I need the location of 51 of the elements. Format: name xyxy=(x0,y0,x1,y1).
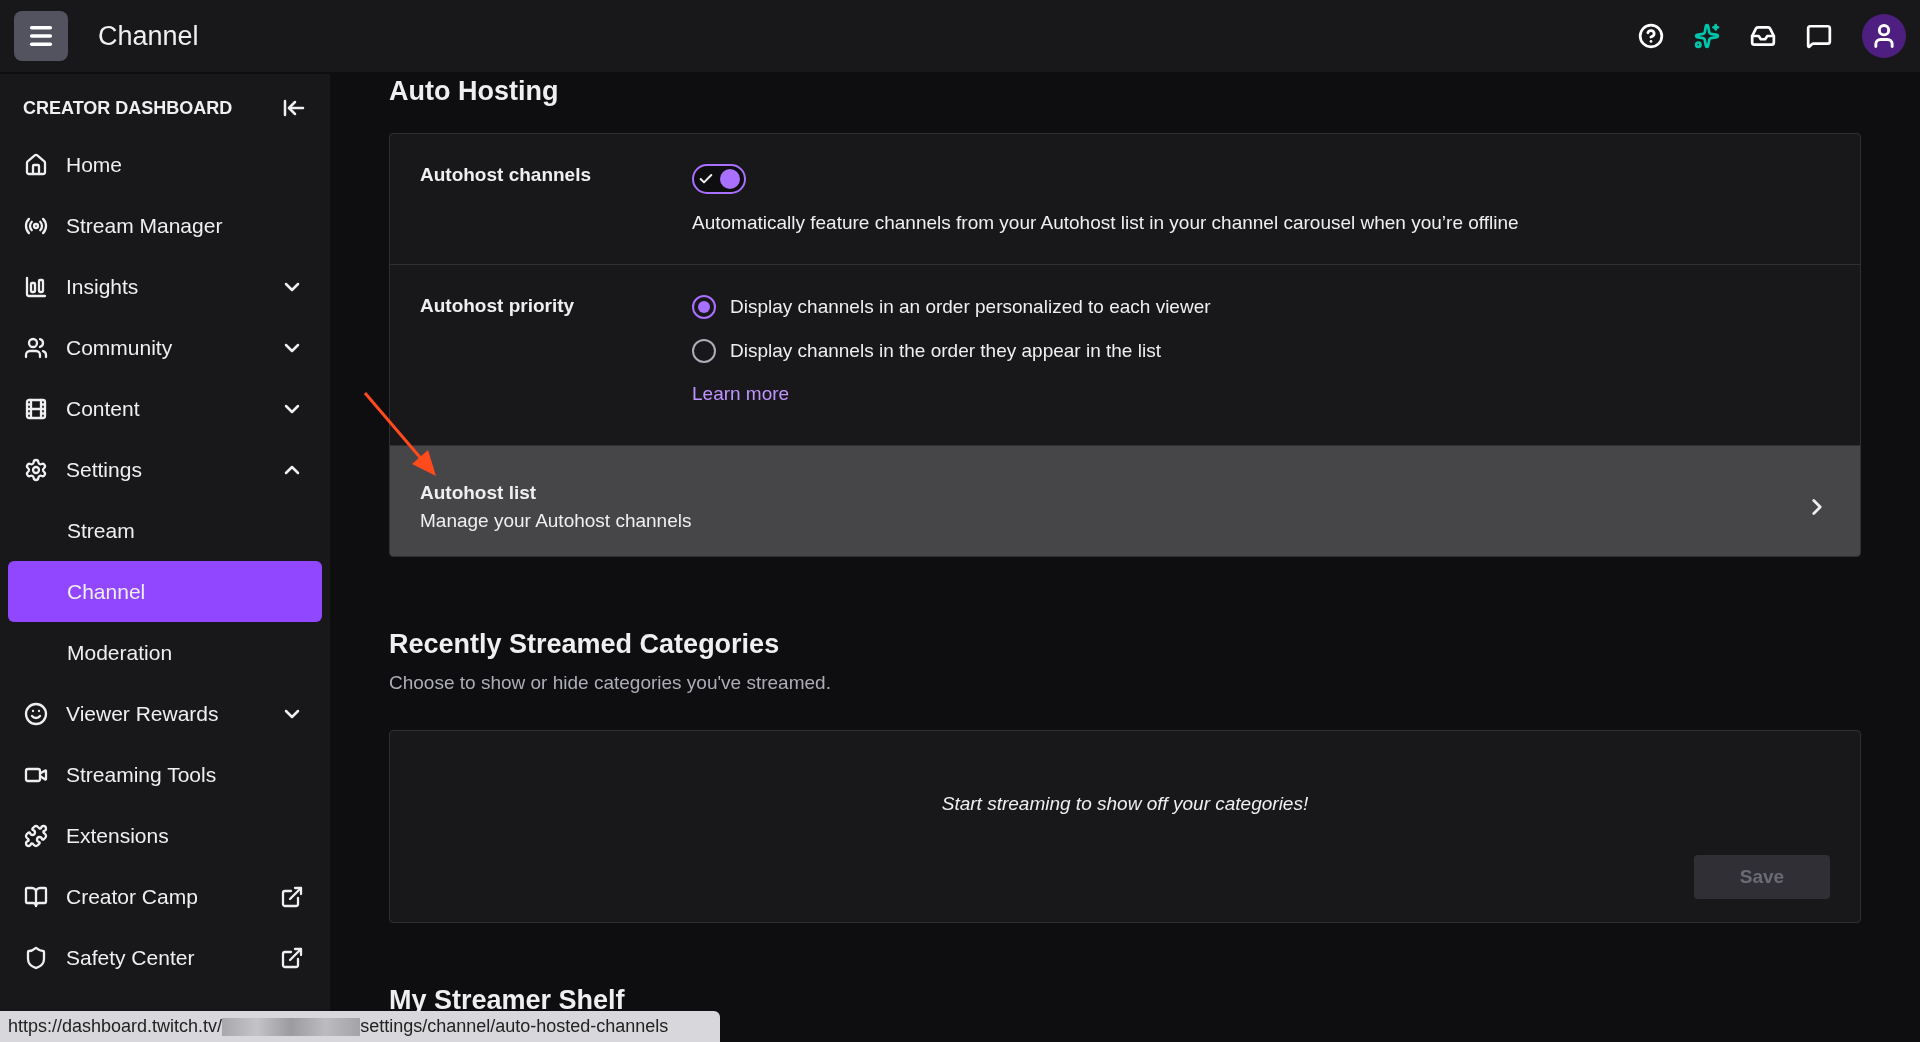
shield-icon xyxy=(24,945,48,970)
help-icon[interactable] xyxy=(1638,23,1664,49)
sidebar-item[interactable]: Settings xyxy=(8,439,322,500)
smiley-icon xyxy=(24,701,48,726)
url-text: settings/channel/auto-hosted-channels xyxy=(360,1016,669,1037)
sidebar-item[interactable]: Insights xyxy=(8,256,322,317)
setting-label: Autohost priority xyxy=(420,295,576,318)
sidebar-subitem[interactable]: Moderation xyxy=(8,622,322,683)
autohost-list-row[interactable]: Autohost list Manage your Autohost channels xyxy=(390,445,1860,557)
toggle-switch[interactable] xyxy=(692,164,746,194)
sidebar-item[interactable]: Content xyxy=(8,378,322,439)
sidebar-item[interactable]: Extensions xyxy=(8,805,322,866)
radio-button[interactable] xyxy=(692,295,716,319)
people-icon xyxy=(24,335,48,360)
home-icon xyxy=(24,152,48,177)
learn-more-link[interactable]: Learn more xyxy=(692,383,790,405)
settings-icon xyxy=(24,457,48,482)
url-text: https://dashboard.twitch.tv/ xyxy=(8,1016,223,1037)
sidebar-item[interactable]: Creator Camp xyxy=(8,866,322,927)
sidebar-subitem[interactable]: Channel xyxy=(8,561,322,622)
empty-message: Start streaming to show off your categories! xyxy=(941,793,1309,816)
sidebar-item[interactable]: Safety Center xyxy=(8,927,322,988)
setting-description: Manage your Autohost channels xyxy=(420,510,693,532)
radio-label[interactable]: Display channels in the order they appear in the list xyxy=(730,340,1161,362)
section-title: Auto Hosting xyxy=(389,76,560,107)
section-subtitle: Choose to show or hide categories you've streamed. xyxy=(389,672,832,695)
radio-button[interactable] xyxy=(692,339,716,363)
radio-label[interactable]: Display channels in an order personalized to each viewer xyxy=(730,296,1211,318)
bar-chart-icon xyxy=(24,274,48,299)
sidebar-item[interactable]: Community xyxy=(8,317,322,378)
inbox-icon[interactable] xyxy=(1750,23,1776,49)
sidebar-item[interactable]: Viewer Rewards xyxy=(8,683,322,744)
section-title: Recently Streamed Categories xyxy=(389,629,781,661)
setting-label: Autohost channels xyxy=(420,164,592,187)
sidebar-item[interactable]: Home xyxy=(8,134,322,195)
external-link-icon xyxy=(280,945,304,970)
setting-label: Autohost list xyxy=(420,482,538,504)
film-icon xyxy=(24,396,48,421)
external-link-icon xyxy=(280,884,304,909)
menu-button[interactable] xyxy=(14,11,68,61)
sidebar-heading: CREATOR DASHBOARD xyxy=(23,97,233,119)
chat-icon[interactable] xyxy=(1806,23,1832,49)
book-icon xyxy=(24,884,48,909)
sparkle-icon[interactable] xyxy=(1694,23,1720,49)
puzzle-icon xyxy=(24,823,48,848)
setting-description: Automatically feature channels from your Autohost list in your channel carousel when you’re offline xyxy=(692,212,1520,234)
page-title: Channel xyxy=(98,20,199,52)
user-avatar[interactable] xyxy=(1862,14,1906,58)
sidebar-item[interactable]: Streaming Tools xyxy=(8,744,322,805)
sidebar-item[interactable]: Stream Manager xyxy=(8,195,322,256)
sidebar-subitem[interactable]: Stream xyxy=(8,500,322,561)
